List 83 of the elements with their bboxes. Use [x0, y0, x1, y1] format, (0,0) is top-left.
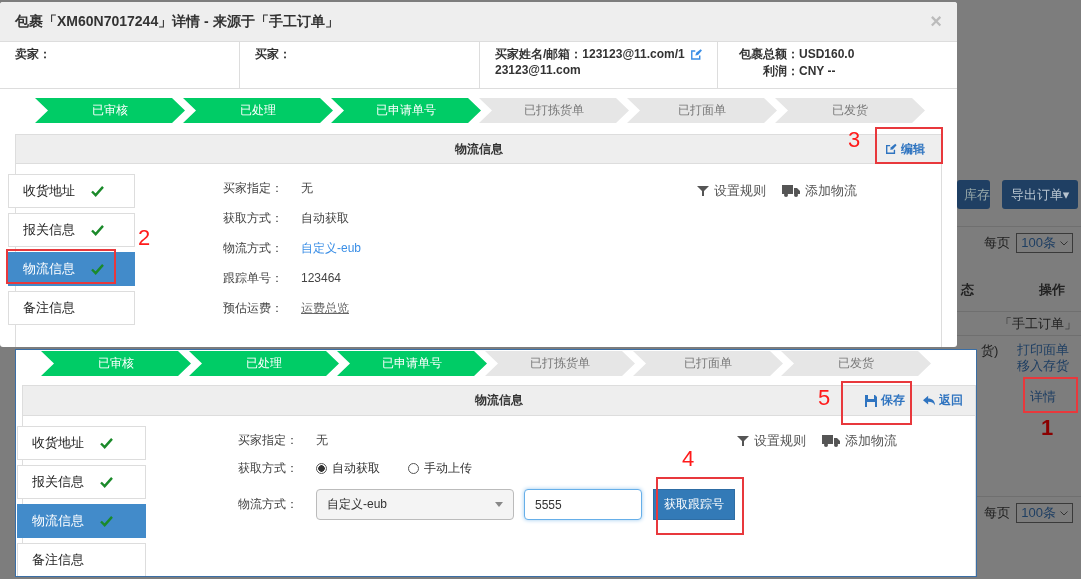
buyer-label: 买家：: [255, 47, 291, 61]
freight-overview-link[interactable]: 运费总览: [301, 299, 349, 317]
total-label: 包裹总额：: [738, 46, 799, 63]
progress-step: 已申请单号: [331, 98, 481, 123]
progress-step: 已发货: [775, 98, 925, 123]
progress-step: 已审核: [41, 351, 191, 376]
annotation-number: 3: [848, 128, 861, 152]
annotation-number: 5: [818, 386, 831, 410]
back-button[interactable]: 返回: [915, 388, 971, 413]
seller-label: 卖家：: [15, 47, 51, 61]
field-label: 获取方式：: [238, 459, 299, 477]
toolbar-button[interactable]: 库存: [957, 180, 990, 209]
progress-step: 已处理: [183, 98, 333, 123]
radio-option[interactable]: 自动获取: [316, 459, 380, 477]
chevron-down-icon: [1060, 511, 1068, 517]
page-size-label: 每页: [984, 504, 1011, 522]
field-label: 获取方式：: [223, 209, 284, 227]
row-status: 货): [980, 342, 1000, 360]
annotation-number: 2: [138, 226, 151, 250]
progress-step: 已打拣货单: [479, 98, 629, 123]
progress-step: 已打面单: [627, 98, 777, 123]
section-title: 物流信息: [454, 140, 503, 158]
side-tab[interactable]: 物流信息: [17, 504, 146, 538]
annotation-number: 4: [682, 447, 695, 471]
field-label: 物流方式：: [223, 239, 284, 257]
radio-option[interactable]: 手动上传: [408, 459, 472, 477]
add-logistics-button[interactable]: 添加物流: [782, 182, 857, 200]
field-label: 买家指定：: [223, 179, 284, 197]
progress-step: 已审核: [35, 98, 185, 123]
truck-icon: [822, 435, 840, 447]
field-value: 无: [301, 179, 313, 197]
save-button[interactable]: 保存: [857, 388, 913, 413]
side-tab[interactable]: 收货地址: [8, 174, 135, 208]
column-header: 操作: [1039, 281, 1065, 299]
progress-step: 已处理: [189, 351, 339, 376]
field-label: 跟踪单号：: [223, 269, 284, 287]
dialog-title: 包裹「XM60N7017244」详情 - 来源于「手工订单」: [15, 12, 339, 31]
filter-icon: [697, 185, 709, 197]
profit-label: 利润：: [762, 63, 799, 80]
tracking-number-input[interactable]: 5555: [524, 489, 642, 520]
set-rules-button[interactable]: 设置规则: [697, 182, 766, 200]
column-header: 态: [961, 281, 974, 299]
progress-step: 已打面单: [633, 351, 783, 376]
save-icon: [865, 394, 877, 407]
total-value: USD160.0: [799, 46, 855, 63]
section-title: 物流信息: [475, 392, 523, 409]
annotation-box: [875, 127, 943, 164]
annotation-number: 1: [1041, 416, 1054, 440]
get-tracking-button[interactable]: 获取跟踪号: [653, 489, 735, 520]
annotation-box: [1023, 377, 1078, 413]
side-tab[interactable]: 备注信息: [17, 543, 146, 576]
progress-step: 已打拣货单: [485, 351, 635, 376]
chevron-down-icon: [1060, 241, 1068, 247]
radio-button[interactable]: [316, 462, 327, 474]
field-value: 123464: [301, 271, 342, 285]
side-tab[interactable]: 物流信息: [8, 252, 135, 286]
side-tab[interactable]: 备注信息: [8, 291, 135, 325]
page-size-label: 每页: [984, 234, 1011, 252]
edit-icon: [885, 143, 897, 155]
annotation-box: [841, 381, 912, 425]
field-label: 买家指定：: [238, 431, 299, 449]
field-label: 预估运费：: [223, 299, 284, 317]
set-rules-button[interactable]: 设置规则: [737, 432, 806, 450]
caret-icon: [495, 502, 503, 507]
side-tab[interactable]: 报关信息: [17, 465, 146, 499]
field-value: 自动获取: [301, 209, 349, 227]
edit-icon[interactable]: [689, 48, 702, 61]
edit-button[interactable]: 编辑: [877, 136, 933, 162]
progress-step: 已发货: [781, 351, 931, 376]
add-logistics-button[interactable]: 添加物流: [822, 432, 897, 450]
buyer-email-text: 买家姓名/邮箱：123123@11.com/123123@11.com: [495, 46, 686, 78]
side-tab[interactable]: 报关信息: [8, 213, 135, 247]
toolbar-button[interactable]: 导出订单▾: [1002, 180, 1078, 209]
field-value: 无: [316, 431, 328, 449]
filter-icon: [737, 435, 749, 447]
shipping-method-select[interactable]: 自定义-eub: [316, 489, 514, 520]
truck-icon: [782, 185, 800, 197]
progress-step: 已申请单号: [337, 351, 487, 376]
profit-value: CNY --: [799, 63, 836, 80]
field-label: 物流方式：: [238, 496, 299, 513]
back-arrow-icon: [923, 394, 935, 407]
side-tab[interactable]: 收货地址: [17, 426, 146, 460]
shipping-method-link[interactable]: 自定义-eub: [301, 239, 362, 257]
